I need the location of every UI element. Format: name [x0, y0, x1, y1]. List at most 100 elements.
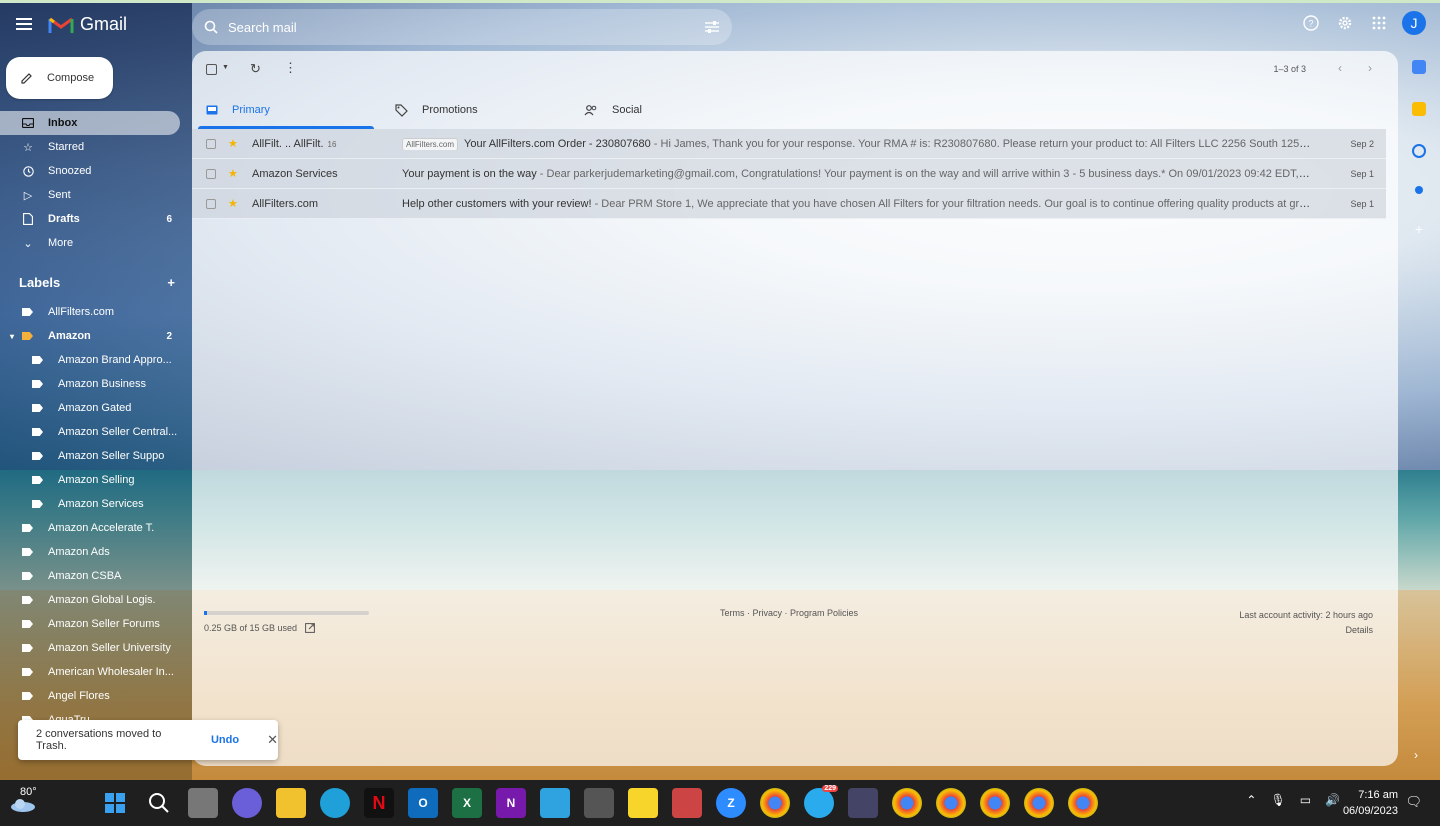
next-page-icon[interactable]: ›	[1368, 61, 1372, 75]
label-item[interactable]: Amazon Seller Central...	[0, 420, 192, 444]
nav-item-sent[interactable]: ▷ Sent	[0, 183, 192, 207]
details-link[interactable]: Details	[1239, 623, 1373, 638]
volume-icon[interactable]: 🔊	[1325, 793, 1340, 807]
nav-item-starred[interactable]: ☆ Starred	[0, 135, 192, 159]
label-icon	[32, 428, 43, 436]
add-addon-icon[interactable]: +	[1412, 222, 1426, 236]
tab-social[interactable]: Social	[576, 91, 765, 129]
star-icon[interactable]: ★	[228, 137, 242, 150]
main-menu-button[interactable]	[16, 15, 38, 37]
label-item[interactable]: Amazon Seller University	[0, 636, 192, 660]
apps-grid-icon[interactable]	[1368, 12, 1390, 34]
chrome-profile-icon[interactable]	[936, 788, 966, 818]
add-label-icon[interactable]: +	[167, 275, 175, 290]
microphone-icon[interactable]: 🎙	[1270, 793, 1285, 807]
label-item[interactable]: Amazon Services	[0, 492, 192, 516]
close-icon[interactable]: ✕	[267, 732, 278, 748]
nav-item-drafts[interactable]: Drafts 6	[0, 207, 192, 231]
chevron-up-icon[interactable]: ⌃	[1246, 793, 1256, 807]
category-tabs: Primary Promotions Social	[198, 91, 765, 129]
edge-icon[interactable]	[320, 788, 350, 818]
label-item[interactable]: Amazon Seller Forums	[0, 612, 192, 636]
open-external-icon[interactable]	[305, 623, 315, 633]
prev-page-icon[interactable]: ‹	[1338, 61, 1342, 75]
row-checkbox[interactable]	[206, 168, 216, 179]
keep-icon[interactable]	[1412, 102, 1426, 116]
contacts-icon[interactable]	[1415, 186, 1423, 194]
search-input[interactable]	[228, 19, 704, 35]
nav-item-more[interactable]: ⌄ More	[0, 231, 192, 255]
select-all-checkbox[interactable]	[206, 64, 217, 75]
label-item[interactable]: Amazon Ads	[0, 540, 192, 564]
help-icon[interactable]: ?	[1300, 12, 1322, 34]
storage-fill	[204, 611, 207, 615]
zoom-icon[interactable]: Z	[716, 788, 746, 818]
chrome-profile-icon[interactable]	[1068, 788, 1098, 818]
gmail-logo[interactable]: Gmail	[48, 14, 127, 35]
label-chip[interactable]: AllFilters.com	[402, 137, 459, 150]
windows-start-icon[interactable]	[100, 788, 130, 818]
label-item[interactable]: AllFilters.com	[0, 300, 192, 324]
caret-down-icon[interactable]: ▾	[10, 332, 14, 341]
label-item[interactable]: Amazon Gated	[0, 396, 192, 420]
excel-icon[interactable]: X	[452, 788, 482, 818]
chrome-profile-icon[interactable]	[1024, 788, 1054, 818]
notepad-icon[interactable]	[540, 788, 570, 818]
undo-button[interactable]: Undo	[211, 734, 239, 746]
compose-button[interactable]: Compose	[6, 57, 113, 99]
label-item[interactable]: American Wholesaler In...	[0, 660, 192, 684]
teams-chat-icon[interactable]	[232, 788, 262, 818]
snipping-tool-icon[interactable]	[672, 788, 702, 818]
label-item[interactable]: Amazon Selling	[0, 468, 192, 492]
email-row[interactable]: ★ Amazon Services Your payment is on the…	[192, 159, 1386, 189]
label-name: Amazon Accelerate T.	[48, 522, 155, 534]
refresh-icon[interactable]: ↻	[250, 61, 261, 77]
weather-widget[interactable]: 80°	[10, 786, 37, 815]
label-item[interactable]: Amazon Seller Suppo	[0, 444, 192, 468]
row-checkbox[interactable]	[206, 138, 216, 149]
label-item[interactable]: Amazon Business	[0, 372, 192, 396]
notification-center-icon[interactable]: 🗨	[1405, 794, 1422, 810]
more-vert-icon[interactable]: ⋮	[284, 60, 297, 76]
chrome-icon[interactable]	[760, 788, 790, 818]
remote-desktop-icon[interactable]	[848, 788, 878, 818]
label-item[interactable]: Amazon Global Logis.	[0, 588, 192, 612]
taskbar-clock[interactable]: 7:16 am 06/09/2023	[1343, 787, 1398, 819]
tab-promotions[interactable]: Promotions	[387, 91, 576, 129]
label-item[interactable]: Amazon Accelerate T.	[0, 516, 192, 540]
chrome-profile-icon[interactable]	[980, 788, 1010, 818]
tasks-icon[interactable]	[1412, 144, 1426, 158]
settings-gear-icon[interactable]	[1334, 12, 1356, 34]
task-view-icon[interactable]	[188, 788, 218, 818]
label-item[interactable]: Angel Flores	[0, 684, 192, 708]
star-icon[interactable]: ★	[228, 167, 242, 180]
nav-item-snoozed[interactable]: Snoozed	[0, 159, 192, 183]
display-icon[interactable]: ▭	[1300, 793, 1311, 807]
label-item[interactable]: ▾ Amazon 2	[0, 324, 192, 348]
email-row[interactable]: ★ AllFilters.com Help other customers wi…	[192, 189, 1386, 219]
search-bar[interactable]	[192, 9, 732, 45]
star-icon[interactable]: ★	[228, 197, 242, 210]
search-taskbar-icon[interactable]	[144, 788, 174, 818]
account-avatar[interactable]: J	[1402, 11, 1426, 35]
label-item[interactable]: Amazon Brand Appro...	[0, 348, 192, 372]
calendar-icon[interactable]	[1412, 60, 1426, 74]
chrome-profile-icon[interactable]	[892, 788, 922, 818]
select-caret-icon[interactable]: ▼	[222, 64, 229, 71]
outlook-icon[interactable]: O	[408, 788, 438, 818]
label-item[interactable]: Amazon CSBA	[0, 564, 192, 588]
sticky-notes-icon[interactable]	[628, 788, 658, 818]
telegram-icon[interactable]: 229	[804, 785, 838, 818]
onenote-icon[interactable]: N	[496, 788, 526, 818]
expand-panel-icon[interactable]: ›	[1414, 748, 1418, 762]
email-row[interactable]: ★ AllFilt. .. AllFilt. 16 AllFilters.com Y…	[192, 129, 1386, 159]
file-explorer-icon[interactable]	[276, 788, 306, 818]
row-checkbox[interactable]	[206, 198, 216, 209]
calculator-icon[interactable]	[584, 788, 614, 818]
tab-primary[interactable]: Primary	[198, 91, 387, 129]
nav-item-inbox[interactable]: Inbox	[0, 111, 180, 135]
search-icon[interactable]	[204, 20, 218, 34]
search-options-icon[interactable]	[704, 20, 720, 34]
footer-links[interactable]: Terms · Privacy · Program Policies	[720, 608, 858, 618]
netflix-icon[interactable]: N	[364, 788, 394, 818]
